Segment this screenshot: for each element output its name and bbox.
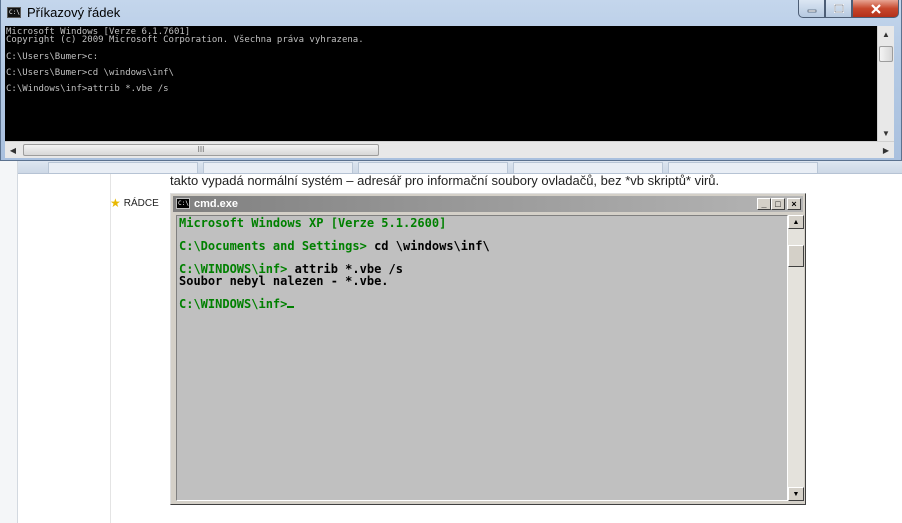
browser-tab[interactable] [203,162,353,173]
article-text: takto vypadá normální systém – adresář p… [170,174,720,188]
scroll-up-icon[interactable]: ▲ [878,26,894,42]
scroll-thumb[interactable] [879,46,893,62]
window-title: Příkazový řádek [27,5,121,20]
star-icon: ★ [110,196,121,210]
browser-tab[interactable] [358,162,508,173]
win7-cmd-window[interactable]: C:\ Příkazový řádek Microsoft Windows [V… [0,0,902,161]
scroll-down-icon[interactable]: ▼ [878,125,894,141]
scroll-thumb[interactable] [788,245,804,267]
console-line: Soubor nebyl nalezen - *.vbe. [179,273,389,288]
text-cursor [287,305,295,308]
maximize-icon [833,4,844,13]
console-line: C:\WINDOWS\inf> [179,296,785,311]
browser-tab-strip [18,160,902,174]
maximize-button[interactable] [825,0,852,18]
console-line: C:\Users\Bumer>c: [6,51,99,62]
screen: takto vypadá normální systém – adresář p… [0,0,902,523]
console-prompt: C:\Documents and Settings> [179,239,367,253]
browser-tab[interactable] [513,162,663,173]
browser-side-rail [0,160,18,523]
vertical-scrollbar[interactable]: ▲ ▼ [788,215,804,501]
minimize-button[interactable] [798,0,825,18]
radce-label: RÁDCE [123,197,159,209]
close-button[interactable] [852,0,899,18]
scroll-up-icon[interactable]: ▲ [788,215,804,229]
cmd-icon[interactable]: C:\ [176,198,190,209]
window-controls [798,0,899,18]
content-divider [110,174,111,523]
window-controls: _ □ × [757,198,801,210]
window-title: cmd.exe [194,198,239,210]
horizontal-scrollbar[interactable]: ◀ III ▶ [5,141,894,158]
close-button[interactable]: × [787,198,801,210]
scroll-thumb-horizontal[interactable]: III [23,144,379,156]
vertical-scrollbar[interactable]: ▲ ▼ [877,26,894,141]
win7-title-bar[interactable]: C:\ Příkazový řádek [1,0,902,26]
winxp-console-output[interactable]: Microsoft Windows XP [Verze 5.1.2600] C:\… [176,215,788,501]
console-command: cd \windows\inf\ [366,239,490,253]
minimize-icon [807,9,816,12]
console-line: C:\Users\Bumer>cd \windows\inf\ [6,68,174,79]
console-prompt: C:\WINDOWS\inf> [179,296,288,311]
scroll-right-icon[interactable]: ▶ [878,142,894,158]
browser-tab[interactable] [668,162,818,173]
win7-console-output[interactable]: Microsoft Windows [Verze 6.1.7601] Copyr… [5,26,877,141]
cmd-icon[interactable]: C:\ [7,7,21,18]
console-line: C:\Windows\inf>attrib *.vbe /s [6,84,169,95]
winxp-cmd-window[interactable]: C:\ cmd.exe _ □ × Microsoft Windows XP [… [170,193,806,505]
minimize-button[interactable]: _ [757,198,771,210]
maximize-button[interactable]: □ [771,198,785,210]
console-line: Microsoft Windows XP [Verze 5.1.2600] [179,216,447,230]
scroll-left-icon[interactable]: ◀ [5,142,21,158]
console-line: C:\Documents and Settings> cd \windows\i… [179,239,785,253]
site-logo [112,174,160,184]
winxp-title-bar[interactable]: C:\ cmd.exe _ □ × [173,196,803,212]
browser-tab[interactable] [48,162,198,173]
close-icon [870,3,881,14]
console-line: Copyright (c) 2009 Microsoft Corporation… [6,35,364,46]
scroll-down-icon[interactable]: ▼ [788,487,804,501]
radce-link[interactable]: ★ RÁDCE [110,196,159,210]
